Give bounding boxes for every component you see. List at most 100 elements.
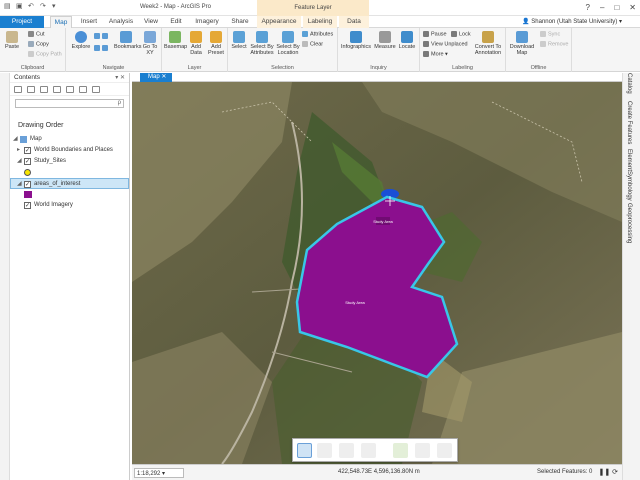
tab-view[interactable]: View [140,16,162,28]
right-angle-tool-icon[interactable] [361,443,376,458]
map-view[interactable]: Study Area Study Area [132,82,622,464]
filter-icon[interactable] [14,86,22,93]
tab-map[interactable]: Map [50,16,72,28]
paste-button[interactable]: Paste [4,31,20,50]
list-by-selection-icon[interactable] [53,86,61,93]
zoom-full-icon[interactable] [94,33,100,39]
arc-tool-icon[interactable] [339,443,354,458]
add-preset-button[interactable]: Add Preset [206,31,226,56]
lock-button[interactable]: Lock [451,31,471,37]
tab-imagery[interactable]: Imagery [192,16,222,28]
copy-path-button[interactable]: Copy Path [28,51,62,57]
point-symbol-icon[interactable] [24,169,31,176]
tree-item-map[interactable]: ◢ Map [10,134,129,145]
table-icon [256,31,268,43]
line-tool-icon[interactable] [317,443,332,458]
download-map-button[interactable]: Download Map [508,31,536,56]
layer-group: Basemap Add Data Add Preset Layer [162,28,228,72]
convert-to-annotation-button[interactable]: Convert To Annotation [472,31,504,56]
tab-analysis[interactable]: Analysis [105,16,137,28]
tree-item-world-boundaries[interactable]: ▸ ✓ World Boundaries and Places [10,145,129,156]
user-account[interactable]: 👤 Shannon (Utah State University) ▾ [522,18,622,25]
search-icon: ρ [117,100,121,106]
list-by-drawing-order-icon[interactable] [27,86,35,93]
tree-item-world-imagery[interactable]: ✓ World Imagery [10,200,129,211]
finish-icon[interactable] [415,443,430,458]
tree-item-areas-of-interest[interactable]: ◢ ✓ areas_of_interest [10,178,129,189]
tab-data[interactable]: Data [339,16,369,28]
expand-icon[interactable]: ▸ [17,145,20,156]
explore-button[interactable]: Explore [70,31,92,50]
clipboard-group: Paste Cut Copy Copy Path Clipboard [0,28,66,72]
sync-button[interactable]: Sync [540,31,560,37]
list-by-editing-icon[interactable] [66,86,74,93]
pause-button[interactable]: Pause [423,31,447,37]
previous-extent-icon[interactable] [94,45,100,51]
list-by-source-icon[interactable] [40,86,48,93]
pane-close-icon[interactable]: ▾ ✕ [115,73,125,83]
collapse-icon[interactable]: ◢ [13,134,18,145]
polygon-tool-icon[interactable] [297,443,312,458]
tab-insert[interactable]: Insert [76,16,102,28]
clear-icon [302,41,308,47]
select-button[interactable]: Select [230,31,248,50]
contents-search-input[interactable]: ρ [15,99,124,108]
select-by-attributes-button[interactable]: Select By Attributes [250,31,274,56]
tab-edit[interactable]: Edit [166,16,186,28]
attributes-button[interactable]: Attributes [302,31,333,37]
tab-appearance[interactable]: Appearance [257,16,301,28]
collapse-icon[interactable]: ◢ [17,156,22,167]
scale-selector[interactable]: 1:18,292 ▾ [134,468,184,478]
close-button[interactable]: ✕ [629,3,636,12]
copy-button[interactable]: Copy [28,41,49,47]
select-icon [233,31,245,43]
bookmarks-button[interactable]: Bookmarks [114,31,142,50]
visibility-checkbox[interactable]: ✓ [24,158,31,165]
view-unplaced-button[interactable]: View Unplaced [423,41,468,47]
pause-drawing-icon[interactable]: ❚❚ ⟳ [598,468,618,476]
more-button[interactable]: More ▾ [423,51,448,57]
help-icon[interactable]: ? [586,3,590,12]
contents-title: Contents [14,74,41,81]
add-data-button[interactable]: Add Data [187,31,205,56]
visibility-checkbox[interactable]: ✓ [24,202,31,209]
undo-icon[interactable]: ↶ [28,3,36,11]
visibility-checkbox[interactable]: ✓ [24,181,31,188]
tab-element[interactable]: Element [626,149,632,171]
select-by-location-button[interactable]: Select By Location [276,31,300,56]
polygon-symbol-icon[interactable] [24,191,32,198]
locate-button[interactable]: Locate [397,31,417,50]
tab-create-features[interactable]: Create Features [626,101,632,144]
folder-icon[interactable]: ▤ [4,3,12,11]
basemap-button[interactable]: Basemap [164,31,187,50]
list-by-labeling-icon[interactable] [92,86,100,93]
tab-share[interactable]: Share [228,16,252,28]
goto-xy-button[interactable]: Go To XY [142,31,158,56]
dropdown-icon[interactable]: ▾ [52,3,60,11]
tree-item-study-sites[interactable]: ◢ ✓ Study_Sites [10,156,129,167]
tab-symbology[interactable]: Symbology [626,171,632,201]
delete-icon[interactable] [437,443,452,458]
measure-button[interactable]: Measure [374,31,396,50]
next-extent-icon[interactable] [102,45,108,51]
list-by-snapping-icon[interactable] [79,86,87,93]
tab-labeling[interactable]: Labeling [303,16,337,28]
maximize-button[interactable]: □ [614,3,619,12]
cut-button[interactable]: Cut [28,31,45,37]
redo-icon[interactable]: ↷ [40,3,48,11]
tab-catalog[interactable]: Catalog [626,73,632,94]
copy-path-icon [28,51,34,57]
clear-button[interactable]: Clear [302,41,323,47]
minimize-button[interactable]: – [600,3,604,12]
zoom-in-icon[interactable] [102,33,108,39]
tab-map-view[interactable]: Map ✕ [140,73,172,82]
remove-button[interactable]: Remove [540,41,568,47]
tab-geoprocessing[interactable]: Geoprocessing [626,203,632,243]
study-area-label-2: Study Area [345,300,365,305]
infographics-button[interactable]: Infographics [340,31,372,50]
save-icon[interactable]: ▣ [16,3,24,11]
tab-project[interactable]: Project [0,16,44,28]
snapping-icon[interactable] [393,443,408,458]
more-icon [423,51,429,57]
visibility-checkbox[interactable]: ✓ [24,147,31,154]
